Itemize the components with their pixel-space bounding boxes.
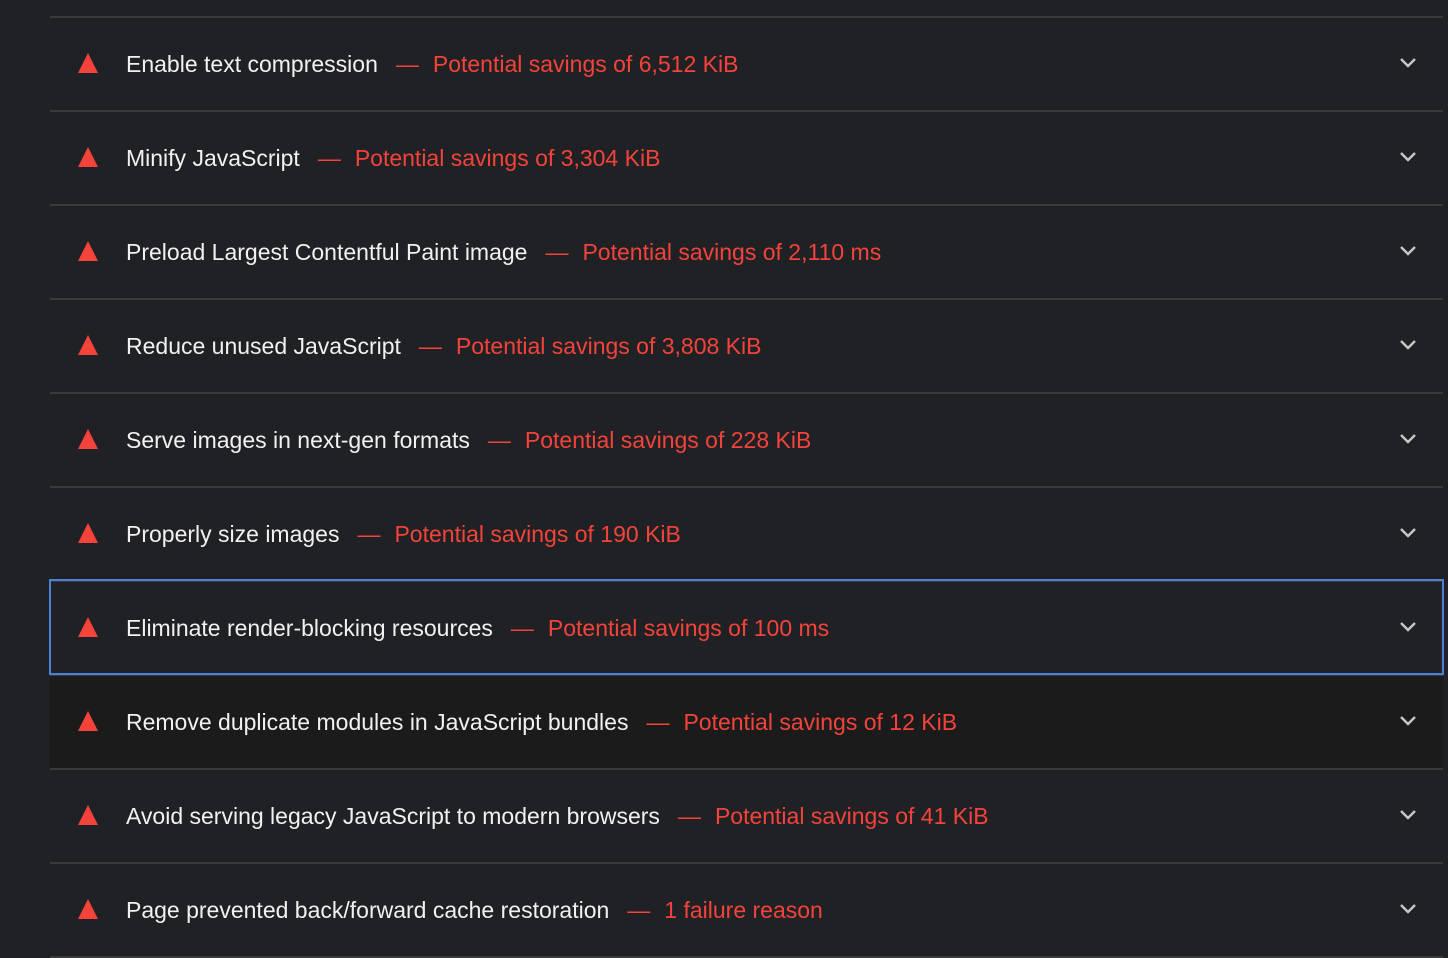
audit-row-unused-javascript[interactable]: Reduce unused JavaScript — Potential savin…: [50, 298, 1443, 392]
audit-title: Enable text compression — Potential saving…: [126, 50, 738, 78]
audit-title: Minify JavaScript — Potential savings of 3…: [126, 144, 660, 172]
audit-savings: Potential savings of 6,512 KiB: [432, 51, 739, 77]
audit-savings: Potential savings of 100 ms: [547, 615, 830, 641]
audit-title: Eliminate render-blocking resources — Pote…: [126, 614, 829, 642]
audit-title: Remove duplicate modules in JavaScript b…: [126, 708, 957, 736]
fail-triangle-icon: [78, 53, 98, 73]
audit-title: Serve images in next-gen formats — Potenti…: [126, 426, 811, 454]
chevron-down-icon[interactable]: [1399, 621, 1417, 633]
fail-triangle-icon: [78, 335, 98, 355]
audit-separator: —: [357, 521, 381, 547]
chevron-down-icon[interactable]: [1399, 715, 1417, 727]
audit-title: Preload Largest Contentful Paint image — P…: [126, 238, 881, 266]
chevron-down-icon[interactable]: [1399, 527, 1417, 539]
audit-title-text: Preload Largest Contentful Paint image: [126, 239, 528, 265]
audit-list: Enable text compression — Potential saving…: [49, 16, 1444, 958]
audit-title-text: Page prevented back/forward cache restor…: [126, 897, 610, 923]
chevron-down-icon[interactable]: [1399, 339, 1417, 351]
audit-title-text: Remove duplicate modules in JavaScript b…: [126, 709, 629, 735]
audit-title: Page prevented back/forward cache restor…: [126, 896, 823, 924]
audit-savings: Potential savings of 3,808 KiB: [455, 333, 762, 359]
chevron-down-icon[interactable]: [1399, 57, 1417, 69]
fail-triangle-icon: [78, 429, 98, 449]
audit-title-text: Eliminate render-blocking resources: [126, 615, 493, 641]
audit-row-duplicate-modules[interactable]: Remove duplicate modules in JavaScript b…: [50, 674, 1443, 768]
audit-separator: —: [395, 51, 419, 77]
fail-triangle-icon: [78, 899, 98, 919]
audit-row-next-gen-formats[interactable]: Serve images in next-gen formats — Potenti…: [50, 392, 1443, 486]
audit-savings: Potential savings of 228 KiB: [524, 427, 812, 453]
audit-separator: —: [487, 427, 511, 453]
audit-failure-reason: 1 failure reason: [664, 897, 823, 923]
audit-row-render-blocking-resources[interactable]: Eliminate render-blocking resources — Pote…: [49, 579, 1444, 675]
chevron-down-icon[interactable]: [1399, 809, 1417, 821]
audit-title-text: Properly size images: [126, 521, 340, 547]
chevron-down-icon[interactable]: [1399, 903, 1417, 915]
audit-title: Avoid serving legacy JavaScript to moder…: [126, 802, 989, 830]
audit-savings: Potential savings of 41 KiB: [714, 803, 989, 829]
audit-savings: Potential savings of 190 KiB: [394, 521, 681, 547]
chevron-down-icon[interactable]: [1399, 433, 1417, 445]
audit-separator: —: [677, 803, 701, 829]
audit-separator: —: [545, 239, 569, 265]
fail-triangle-icon: [78, 711, 98, 731]
audit-row-bfcache[interactable]: Page prevented back/forward cache restor…: [50, 862, 1443, 958]
audit-title-text: Avoid serving legacy JavaScript to moder…: [126, 803, 660, 829]
fail-triangle-icon: [78, 523, 98, 543]
audit-title-text: Serve images in next-gen formats: [126, 427, 470, 453]
audit-separator: —: [627, 897, 651, 923]
fail-triangle-icon: [78, 147, 98, 167]
fail-triangle-icon: [78, 241, 98, 261]
audit-title-text: Enable text compression: [126, 51, 378, 77]
audit-title: Properly size images — Potential savings o…: [126, 520, 681, 548]
audit-savings: Potential savings of 12 KiB: [683, 709, 958, 735]
audit-row-legacy-javascript[interactable]: Avoid serving legacy JavaScript to moder…: [50, 768, 1443, 862]
audit-savings: Potential savings of 3,304 KiB: [354, 145, 661, 171]
audit-row-minify-javascript[interactable]: Minify JavaScript — Potential savings of 3…: [50, 110, 1443, 204]
audit-row-text-compression[interactable]: Enable text compression — Potential saving…: [50, 16, 1443, 110]
audit-savings: Potential savings of 2,110 ms: [582, 239, 882, 265]
fail-triangle-icon: [78, 805, 98, 825]
audit-separator: —: [317, 145, 341, 171]
chevron-down-icon[interactable]: [1399, 151, 1417, 163]
audit-separator: —: [418, 333, 442, 359]
audit-separator: —: [510, 615, 534, 641]
audit-row-properly-size-images[interactable]: Properly size images — Potential savings o…: [50, 486, 1443, 580]
audit-title: Reduce unused JavaScript — Potential savin…: [126, 332, 761, 360]
audit-separator: —: [646, 709, 670, 735]
fail-triangle-icon: [78, 617, 98, 637]
audit-title-text: Minify JavaScript: [126, 145, 300, 171]
chevron-down-icon[interactable]: [1399, 245, 1417, 257]
audit-row-preload-lcp-image[interactable]: Preload Largest Contentful Paint image — P…: [50, 204, 1443, 298]
audit-title-text: Reduce unused JavaScript: [126, 333, 401, 359]
